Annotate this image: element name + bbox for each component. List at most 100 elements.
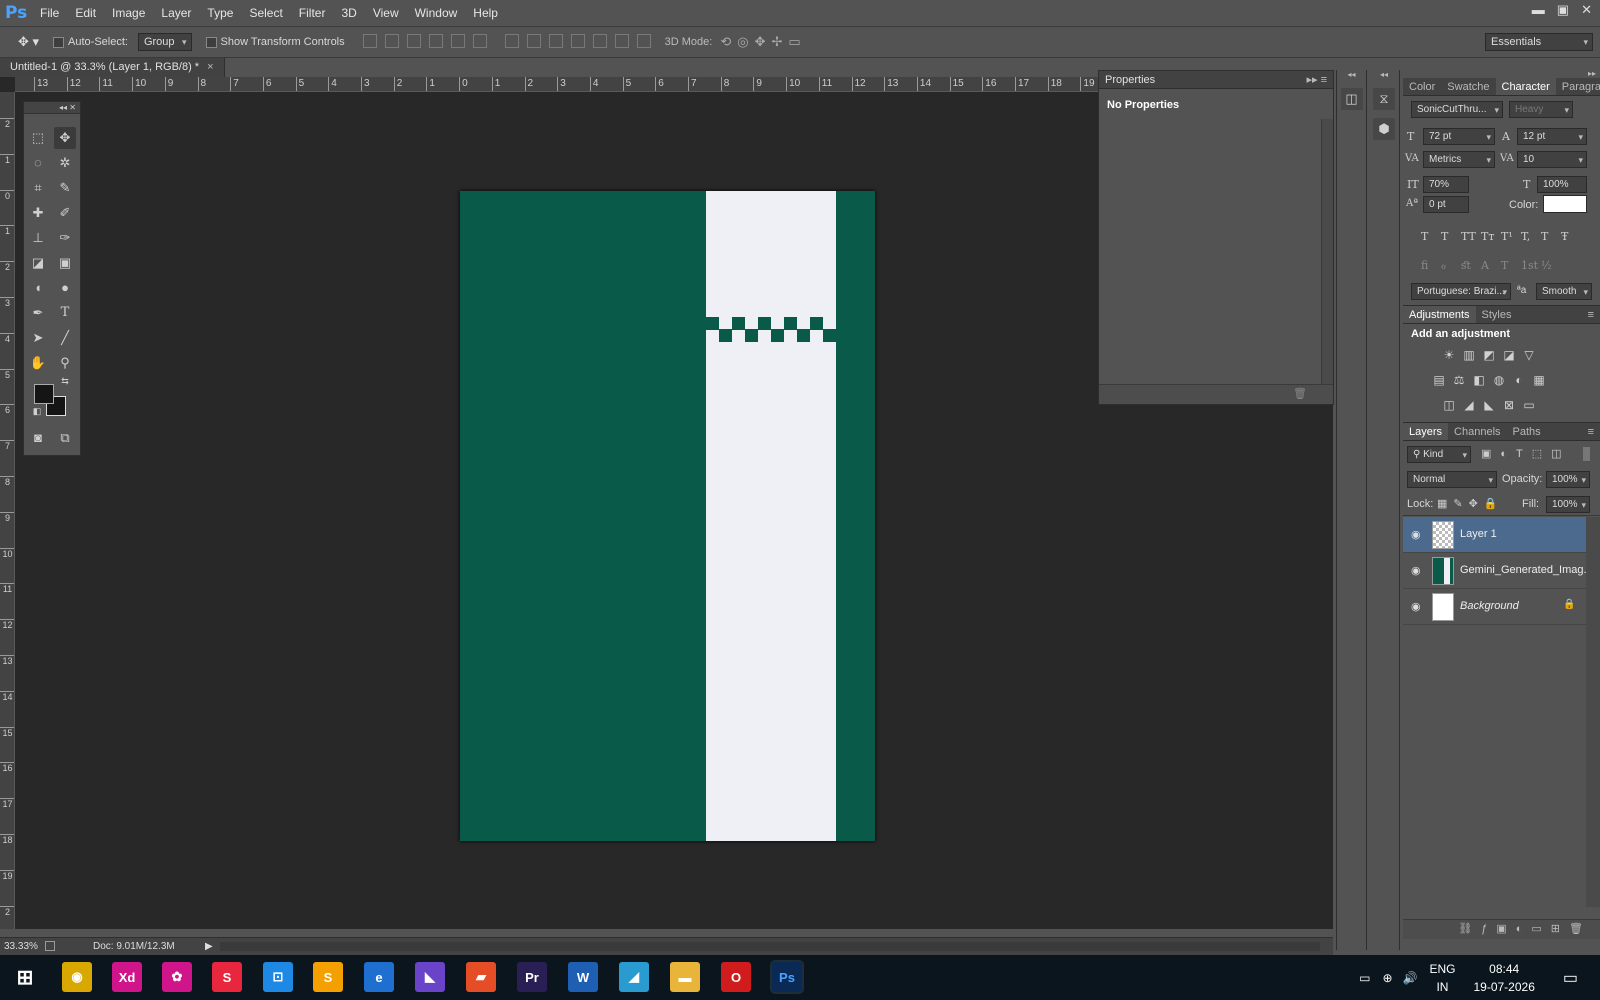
type-style-button[interactable]: T, [1521,230,1530,243]
auto-align-icon[interactable] [636,33,651,48]
type-style-button[interactable]: T [1541,230,1548,243]
adjustment-icon[interactable]: ◢ [1461,398,1477,412]
premiere-pro-icon[interactable]: Pr [517,962,547,992]
menu-view[interactable]: View [365,6,407,20]
healing-brush-icon[interactable]: ✚ [27,202,49,224]
distribute-top-icon[interactable] [504,33,519,48]
filter-toggle[interactable] [1583,447,1590,461]
vertical-ruler[interactable]: 2 1 0 1 2 3 4 5 6 7 8 9 10 11 12 13 14 15 16 17 18 19 2 [0,92,15,929]
tab-close-icon[interactable]: × [207,61,213,73]
tools-panel-header[interactable]: ◂◂ ✕ [24,102,80,114]
scratch-icon[interactable]: ▰ [466,962,496,992]
horizontal-scale-input[interactable]: 100% [1537,176,1587,193]
menu-edit[interactable]: Edit [67,6,104,20]
font-size-input[interactable]: 72 pt [1423,128,1495,145]
properties-panel-icon[interactable]: ◫ [1340,88,1363,110]
crop-tool-icon[interactable]: ⌗ [27,177,49,199]
menu-type[interactable]: Type [199,6,241,20]
quick-mask-icon[interactable]: ◙ [27,427,49,449]
blur-tool-icon[interactable]: ◖ [27,277,49,299]
adjustment-icon[interactable]: ◣ [1481,398,1497,412]
language-indicator[interactable]: ENG IN [1429,960,1455,996]
font-family-select[interactable]: SonicCutThru... [1411,101,1503,118]
layer-filter-select[interactable]: ⚲ Kind [1407,446,1471,463]
show-transform-checkbox[interactable] [205,36,217,48]
adjustment-icon[interactable]: ◫ [1441,398,1457,412]
properties-menu-icon[interactable]: ▸▸ ≡ [1306,71,1327,89]
opentype-button[interactable]: 1st [1521,259,1538,272]
properties-scrollbar[interactable] [1321,119,1333,384]
sublime-text-icon[interactable]: S [313,962,343,992]
eraser-tool-icon[interactable]: ◪ [27,252,49,274]
history-panel-icon[interactable]: ⧖ [1373,88,1395,110]
tracking-input[interactable]: 10 [1517,151,1587,168]
type-style-button[interactable]: TT [1461,230,1476,243]
align-hcenter-icon[interactable] [450,33,465,48]
hand-tool-icon[interactable]: ✋ [27,352,49,374]
adjustment-icon[interactable]: ▽ [1521,348,1537,362]
type-style-button[interactable]: T [1441,230,1448,243]
language-select[interactable]: Portuguese: Brazi... [1411,283,1511,300]
tab-character[interactable]: Character [1495,78,1556,95]
adjustment-icon[interactable]: ⚖ [1451,373,1467,387]
lock-icons[interactable]: ▦✎✥🔒 [1437,497,1504,510]
distribute-bottom-icon[interactable] [548,33,563,48]
document-tab[interactable]: Untitled-1 @ 33.3% (Layer 1, RGB/8) * × [0,58,225,77]
tab-adjustments[interactable]: Adjustments [1403,306,1476,323]
adjustment-icon[interactable]: ▤ [1431,373,1447,387]
collapse-icon-2[interactable]: ◂◂ [1369,70,1399,80]
restore-icon[interactable]: ▣ [1557,2,1569,18]
adjustment-icon[interactable]: ◩ [1481,348,1497,362]
dock-collapse-icon[interactable]: ▸▸ [1403,70,1600,78]
start-button[interactable]: ⊞ [10,962,40,992]
collapse-icon[interactable]: ◂◂ [1337,70,1366,80]
swap-colors-icon[interactable]: ⇆ [54,370,76,392]
edge-icon[interactable]: e [364,962,394,992]
clock[interactable]: 08:44 19-07-2026 [1473,960,1534,996]
move-tool-icon[interactable]: ✥ [54,127,76,149]
tab-swatches[interactable]: Swatche [1441,78,1495,95]
baseline-input[interactable]: 0 pt [1423,196,1469,213]
layer-name[interactable]: Background [1460,600,1519,612]
3d-panel-icon[interactable]: ⬢ [1373,118,1395,140]
tab-paths[interactable]: Paths [1507,423,1547,440]
align-right-icon[interactable] [472,33,487,48]
workspace-dropdown[interactable]: Essentials [1485,33,1593,51]
menu-help[interactable]: Help [465,6,506,20]
horizontal-scrollbar[interactable] [220,942,1320,951]
antialias-select[interactable]: Smooth [1536,283,1592,300]
word-icon[interactable]: W [568,962,598,992]
align-bottom-icon[interactable] [406,33,421,48]
show-transform-toggle[interactable]: Show Transform Controls [205,36,345,48]
tab-styles[interactable]: Styles [1476,306,1518,323]
move-tool-preset-icon[interactable]: ✥ ▾ [18,34,39,50]
adjustment-icon[interactable]: ▦ [1531,373,1547,387]
adjustments-menu-icon[interactable]: ≡ [1588,306,1600,323]
distribute-vcenter-icon[interactable] [526,33,541,48]
magic-wand-icon[interactable]: ✲ [54,152,76,174]
leading-input[interactable]: 12 pt [1517,128,1587,145]
properties-title[interactable]: Properties [1105,74,1155,86]
store-icon[interactable]: ⊡ [263,962,293,992]
opentype-button[interactable]: ﬁ [1421,259,1428,272]
opera-icon[interactable]: O [721,962,751,992]
gradient-tool-icon[interactable]: ▣ [54,252,76,274]
distribute-left-icon[interactable] [570,33,585,48]
layer-filter-icons[interactable]: ▣◐T⬚◫ [1481,447,1571,460]
adjustment-icon[interactable]: ◧ [1471,373,1487,387]
visibility-eye-icon[interactable]: ◉ [1411,600,1421,613]
layer-name[interactable]: Layer 1 [1460,528,1497,540]
path-selection-icon[interactable]: ➤ [27,327,49,349]
network-icon[interactable]: ⊕ [1382,971,1392,985]
adjustment-icon[interactable]: ☀ [1441,348,1457,362]
type-style-button[interactable]: T [1421,230,1428,243]
font-style-select[interactable]: Heavy [1509,101,1573,118]
layer-row[interactable]: ◉ Background 🔒 [1403,589,1586,625]
type-style-button[interactable]: Ŧ [1561,230,1568,243]
app-icon[interactable]: ✿ [162,962,192,992]
adjustment-icon[interactable]: ▥ [1461,348,1477,362]
visibility-eye-icon[interactable]: ◉ [1411,564,1421,577]
fill-input[interactable]: 100% [1546,496,1590,513]
menu-3d[interactable]: 3D [333,6,364,20]
kerning-input[interactable]: Metrics [1423,151,1495,168]
